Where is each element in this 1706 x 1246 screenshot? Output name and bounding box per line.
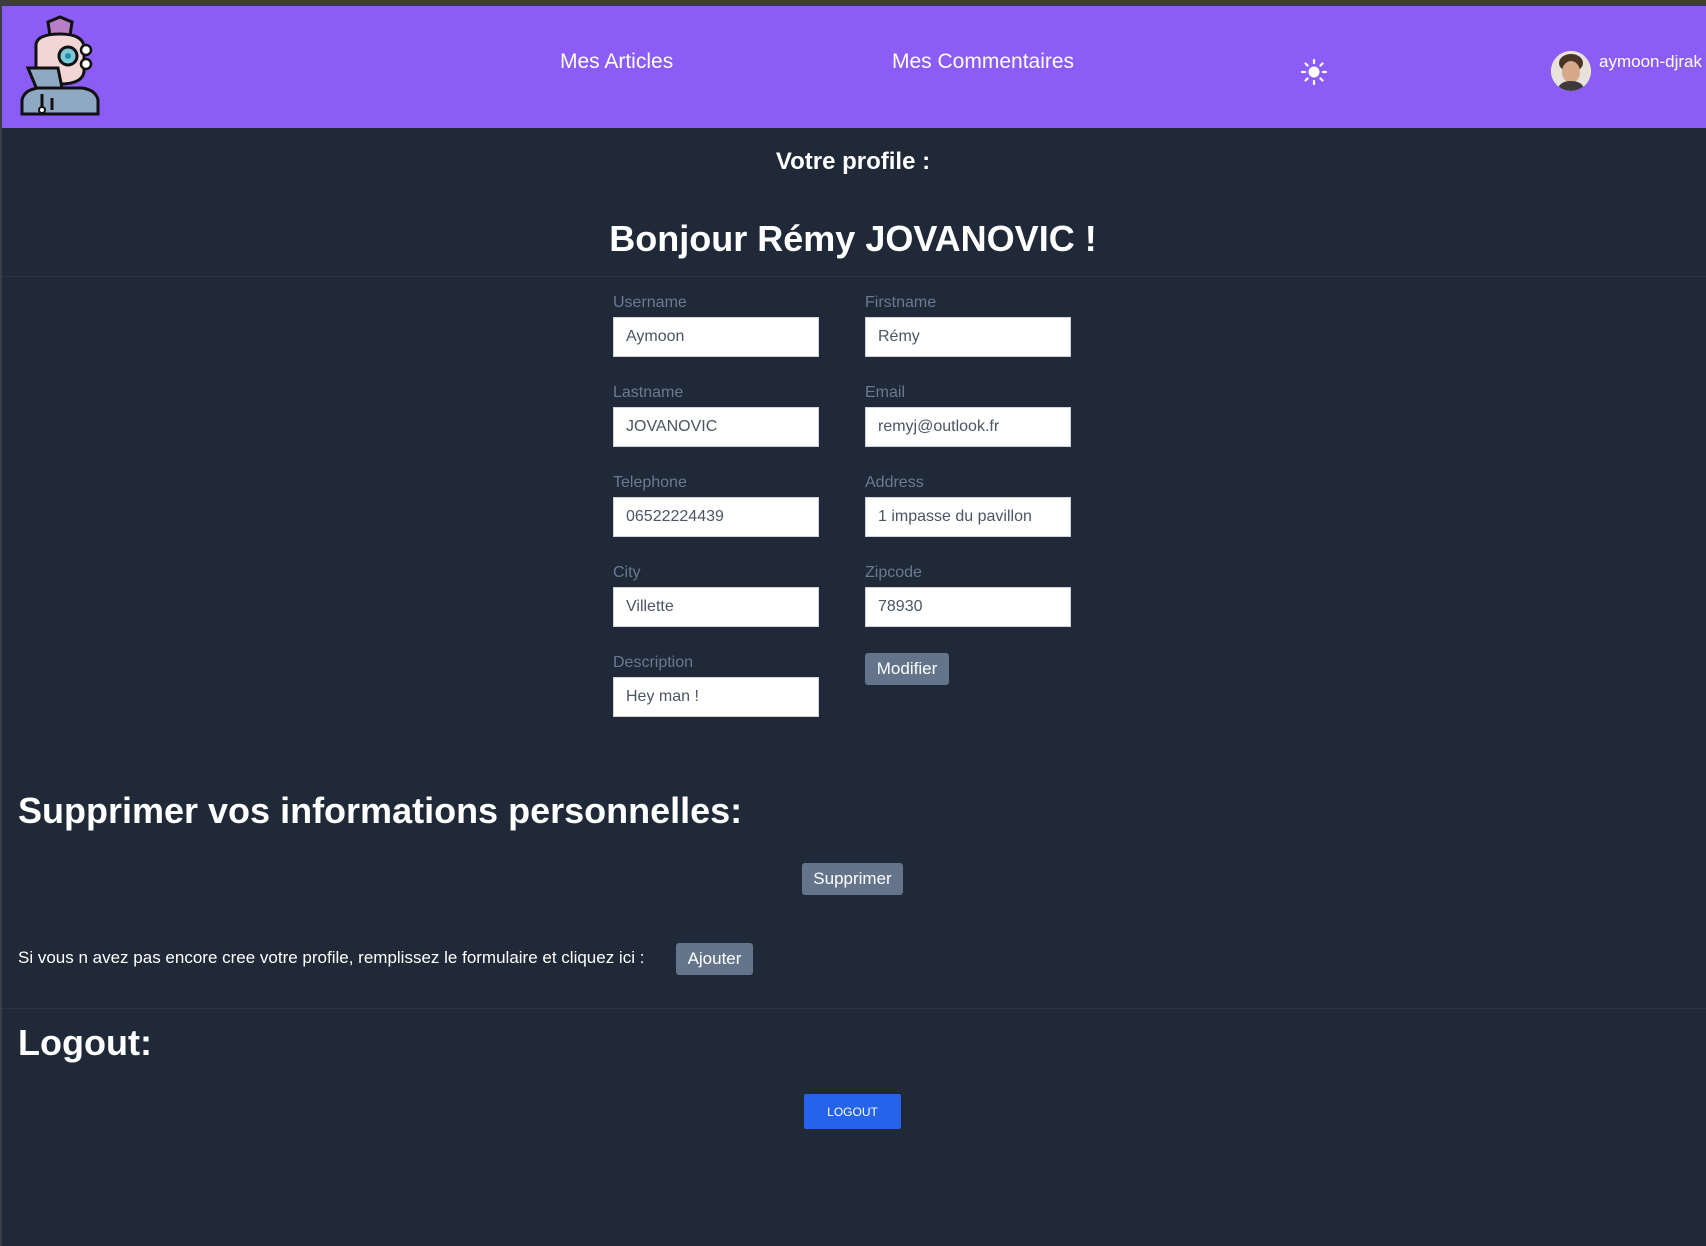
description-label: Description	[613, 654, 694, 671]
modify-button[interactable]: Modifier	[865, 653, 949, 685]
firstname-label: Firstname	[865, 294, 937, 311]
username-label-text: Username	[613, 294, 687, 311]
city-input[interactable]	[613, 587, 819, 627]
delete-button[interactable]: Supprimer	[802, 863, 903, 895]
divider	[2, 276, 1706, 277]
zipcode-input[interactable]	[865, 587, 1071, 627]
nav-mes-commentaires[interactable]: Mes Commentaires	[892, 50, 1074, 74]
lastname-input[interactable]	[613, 407, 819, 447]
username-label[interactable]: aymoon-djrak	[1599, 52, 1702, 72]
zipcode-label: Zipcode	[865, 564, 922, 581]
telephone-label: Telephone	[613, 474, 687, 491]
greeting-title: Bonjour Rémy JOVANOVIC !	[609, 218, 1097, 259]
lastname-label: Lastname	[613, 384, 684, 401]
robot-logo-icon[interactable]	[18, 14, 102, 120]
username-input[interactable]	[613, 317, 819, 357]
email-label: Email	[865, 384, 906, 401]
nav-mes-articles[interactable]: Mes Articles	[560, 50, 673, 74]
top-navbar: Mes Articles Mes Commentaires aymoon-djr…	[0, 6, 1706, 128]
email-input[interactable]	[865, 407, 1071, 447]
add-profile-button[interactable]: Ajouter	[676, 943, 753, 975]
page-left-border	[0, 6, 2, 1246]
sun-icon[interactable]	[1300, 58, 1328, 86]
user-avatar-image	[1551, 51, 1591, 91]
address-label: Address	[865, 474, 924, 491]
firstname-input[interactable]	[865, 317, 1071, 357]
delete-section-heading: Supprimer vos informations personnelles:	[18, 790, 743, 831]
logout-heading: Logout:	[18, 1022, 152, 1063]
logout-button[interactable]: LOGOUT	[804, 1094, 901, 1129]
description-input[interactable]	[613, 677, 819, 717]
profile-heading: Votre profile :	[775, 148, 931, 175]
city-label: City	[613, 564, 641, 581]
user-avatar[interactable]	[1551, 51, 1591, 91]
telephone-input[interactable]	[613, 497, 819, 537]
address-input[interactable]	[865, 497, 1071, 537]
divider	[2, 1008, 1706, 1009]
create-profile-hint: Si vous n avez pas encore cree votre pro…	[18, 948, 645, 967]
